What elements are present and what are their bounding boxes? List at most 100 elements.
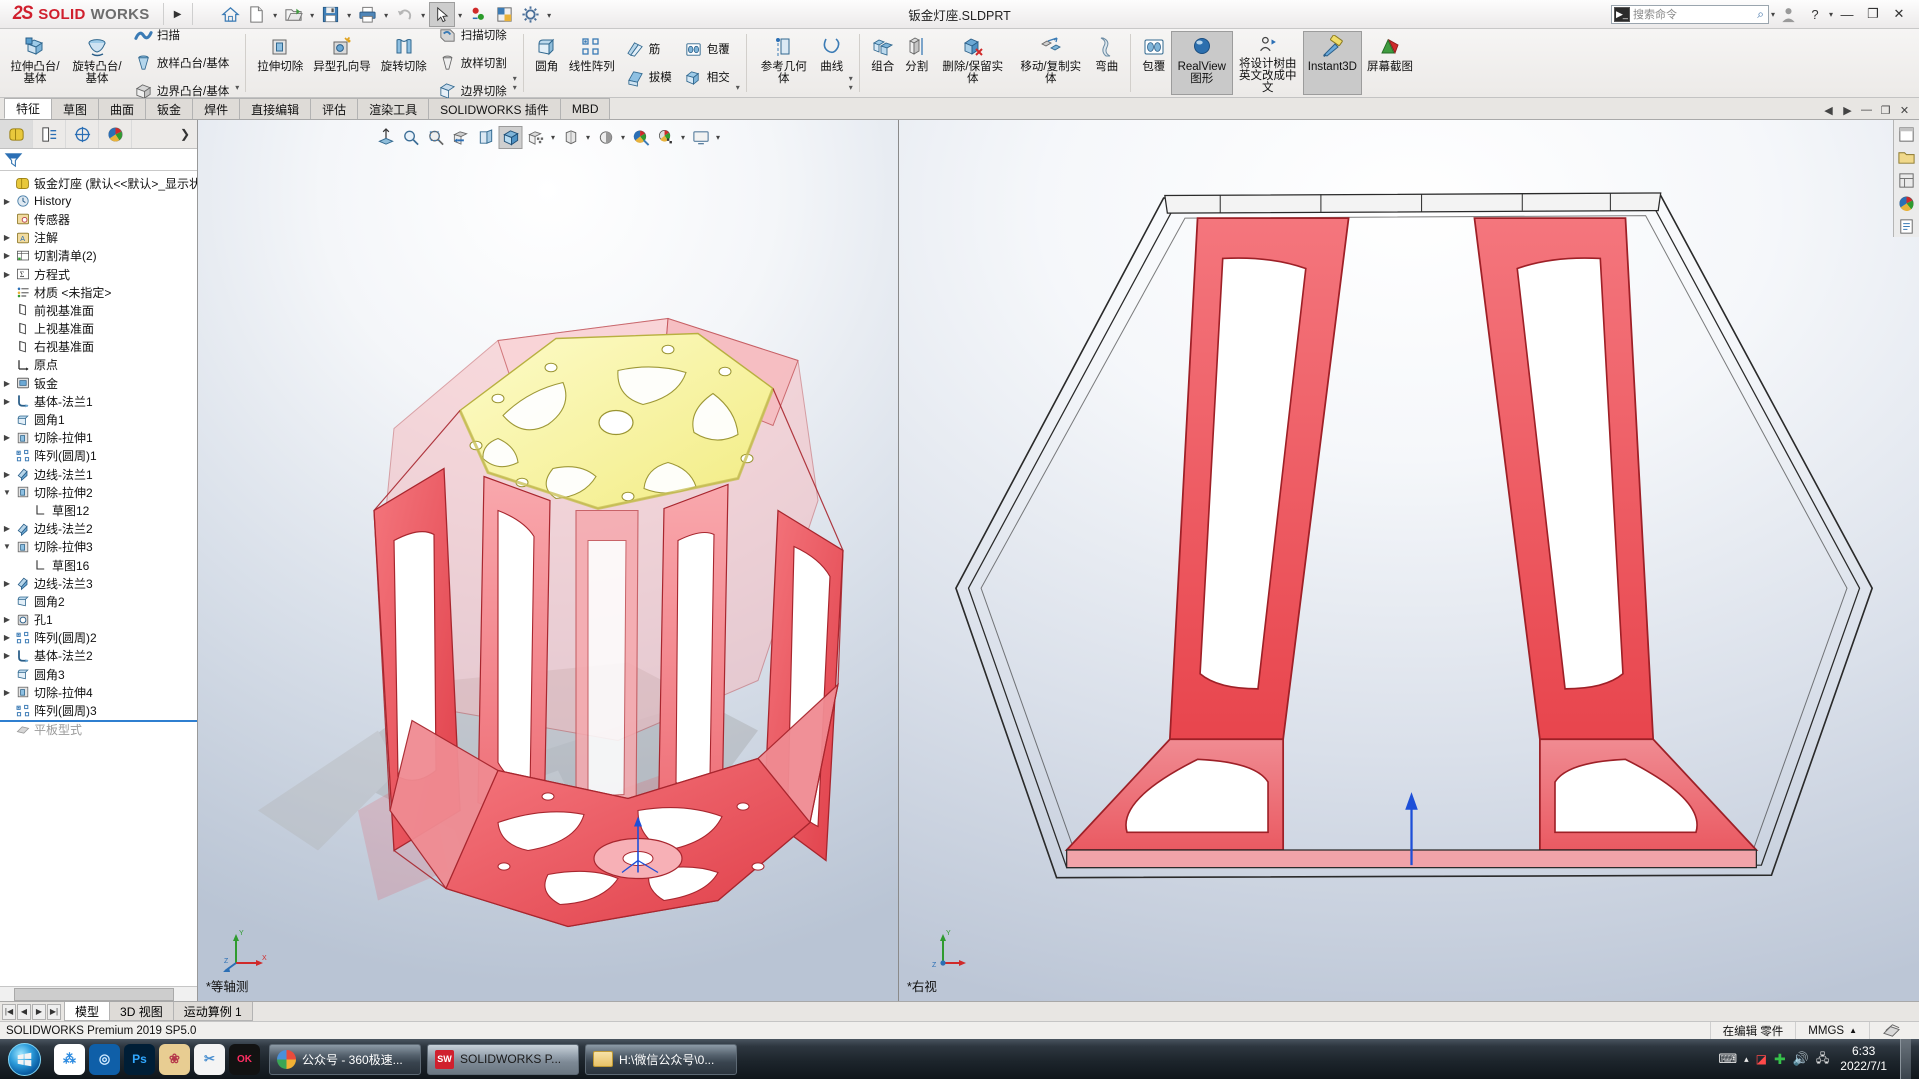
tree-item-23[interactable]: ▶ 孔1 [0, 611, 197, 629]
undo-dropdown[interactable]: ▾ [418, 2, 429, 27]
flare-bottom-right[interactable] [1539, 738, 1759, 851]
loft-cut-button[interactable]: 放样切割 [432, 51, 513, 76]
tree-item-0[interactable]: ▶ History [0, 192, 197, 210]
first-tab-button[interactable]: |◀ [2, 1003, 16, 1020]
chevron-down-icon-5[interactable]: ▾ [714, 133, 723, 142]
user-account-icon[interactable] [1777, 2, 1801, 26]
wrap2-button[interactable]: 包覆 [1137, 31, 1171, 95]
open-folder-icon[interactable] [281, 2, 307, 27]
tree-item-20[interactable]: 草图16 [0, 556, 197, 574]
tree-item-26[interactable]: 圆角3 [0, 665, 197, 683]
doc-restore-button[interactable]: ❐ [1877, 102, 1894, 118]
move-copy-body-button[interactable]: 移动/复制实体 [1012, 31, 1090, 95]
solidworks-tray-icon[interactable]: ◪ [1756, 1052, 1767, 1066]
display-style-icon[interactable] [498, 126, 523, 149]
combine-button[interactable]: 组合 [866, 31, 900, 95]
tab-surfaces[interactable]: 曲面 [98, 98, 147, 119]
split-button[interactable]: 分割 [900, 31, 934, 95]
restore-button[interactable]: ❐ [1861, 2, 1885, 26]
search-dropdown-caret-icon[interactable]: ▾ [1771, 10, 1775, 19]
expand-chevron-icon[interactable]: ▶ [0, 651, 14, 660]
menu-expand-arrow-icon[interactable]: ▶ [167, 9, 189, 20]
folder-tool-icon[interactable]: ❀ [159, 1043, 190, 1075]
hole-wizard-button[interactable]: 异型孔向导 [308, 31, 376, 95]
next-tab-button[interactable]: ▶ [32, 1003, 46, 1020]
okcut-icon[interactable]: OK [229, 1043, 260, 1075]
next-doc-button[interactable]: ▶ [1839, 102, 1856, 118]
edit-appearance-icon[interactable] [629, 126, 653, 149]
minimize-button[interactable]: — [1835, 2, 1859, 26]
expand-chevron-icon[interactable]: ▶ [0, 615, 14, 624]
revolve-boss-button[interactable]: 旋转凸台/基体 [66, 31, 128, 95]
rib-button[interactable]: 筋 [620, 37, 678, 62]
doc-tab-motion-study[interactable]: 运动算例 1 [172, 1002, 253, 1021]
tab-weldments[interactable]: 焊件 [192, 98, 241, 119]
expand-chevron-icon[interactable]: ▶ [0, 633, 14, 642]
panel-expand-chevron-icon[interactable]: ❯ [173, 120, 197, 148]
scroll-track[interactable] [0, 987, 197, 1001]
start-button[interactable] [0, 1039, 48, 1079]
help-dropdown-caret-icon[interactable]: ▾ [1829, 10, 1833, 19]
tab-sheetmetal[interactable]: 钣金 [145, 98, 194, 119]
draft-button[interactable]: 拔模 [620, 65, 678, 90]
print-icon[interactable] [355, 2, 381, 27]
sweep-cut-button[interactable]: 扫描切除 [432, 23, 513, 48]
configuration-manager-icon[interactable] [66, 120, 99, 148]
expand-chevron-icon[interactable]: ▶ [0, 379, 14, 388]
viewport-right-view[interactable]: Y Z *右视 [898, 120, 1919, 1001]
tree-item-18[interactable]: ▶ 边线-法兰2 [0, 520, 197, 538]
security-shield-icon[interactable]: ✚ [1774, 1051, 1786, 1068]
expand-chevron-icon[interactable]: ▶ [0, 433, 14, 442]
reference-geometry-button[interactable]: 参考几何体 [753, 31, 815, 95]
tree-item-19[interactable]: ▼ 切除-拉伸3 [0, 538, 197, 556]
tab-sketch[interactable]: 草图 [51, 98, 100, 119]
search-input[interactable]: ▶_ 搜索命令 ⌕ [1610, 4, 1769, 24]
expand-chevron-icon[interactable]: ▶ [0, 688, 14, 697]
tree-item-24[interactable]: ▶ 阵列(圆周)2 [0, 629, 197, 647]
tree-item-5[interactable]: 材质 <未指定> [0, 283, 197, 301]
previous-view-icon[interactable] [424, 126, 448, 149]
chevron-down-icon-2[interactable]: ▾ [513, 83, 517, 92]
expand-chevron-icon[interactable]: ▶ [0, 470, 14, 479]
loft-boss-button[interactable]: 放样凸台/基体 [128, 51, 235, 76]
status-units[interactable]: MMGS ▲ [1795, 1022, 1869, 1039]
tab-mbd[interactable]: MBD [559, 98, 611, 119]
tree-item-17[interactable]: 草图12 [0, 501, 197, 519]
extrude-cut-button[interactable]: 拉伸切除 [252, 31, 308, 95]
chevron-down-icon[interactable]: ▾ [849, 74, 853, 83]
instant3d-button[interactable]: Instant3D [1302, 31, 1362, 95]
close-button[interactable]: ✕ [1887, 2, 1911, 26]
tree-item-16[interactable]: ▼ 切除-拉伸2 [0, 483, 197, 501]
search-icon[interactable]: ⌕ [1757, 7, 1768, 22]
save-dropdown[interactable]: ▾ [344, 2, 355, 27]
doc-tab-model[interactable]: 模型 [64, 1002, 111, 1021]
chevron-down-icon[interactable]: ▾ [513, 74, 517, 83]
tree-item-7[interactable]: 上视基准面 [0, 320, 197, 338]
volume-icon[interactable]: 🔊 [1793, 1051, 1809, 1067]
open-dropdown[interactable]: ▾ [307, 2, 318, 27]
leg-right[interactable] [1473, 217, 1655, 741]
tree-item-9[interactable]: 原点 [0, 356, 197, 374]
chevron-down-icon-2[interactable]: ▾ [849, 83, 853, 92]
realview-graphics-button[interactable]: RealView 图形 [1170, 31, 1233, 95]
display-manager-icon[interactable] [99, 120, 132, 148]
undo-icon[interactable] [392, 2, 418, 27]
prev-doc-button[interactable]: ◀ [1820, 102, 1837, 118]
new-doc-icon[interactable] [244, 2, 270, 27]
options-gear-icon[interactable] [518, 2, 544, 27]
tree-lang-button[interactable]: 将设计树由英文改成中文 [1233, 31, 1303, 95]
doc-close-button[interactable]: ✕ [1896, 102, 1913, 118]
hide-show-items-icon[interactable] [524, 126, 548, 149]
curves-button[interactable]: 曲线 [815, 31, 849, 95]
tree-item-11[interactable]: ▶ 基体-法兰1 [0, 392, 197, 410]
show-desktop-button[interactable] [1900, 1039, 1911, 1079]
print-dropdown[interactable]: ▾ [381, 2, 392, 27]
tree-horizontal-scrollbar[interactable] [0, 986, 197, 1001]
delete-keep-body-button[interactable]: 删除/保留实体 [934, 31, 1012, 95]
tree-item-13[interactable]: ▶ 切除-拉伸1 [0, 429, 197, 447]
linear-pattern-button[interactable]: 线性阵列 [564, 31, 620, 95]
revolve-cut-button[interactable]: 旋转切除 [376, 31, 432, 95]
fillet-button[interactable]: 圆角 [530, 31, 564, 95]
feature-filter-row[interactable] [0, 149, 197, 171]
view-settings-icon[interactable] [689, 126, 713, 149]
